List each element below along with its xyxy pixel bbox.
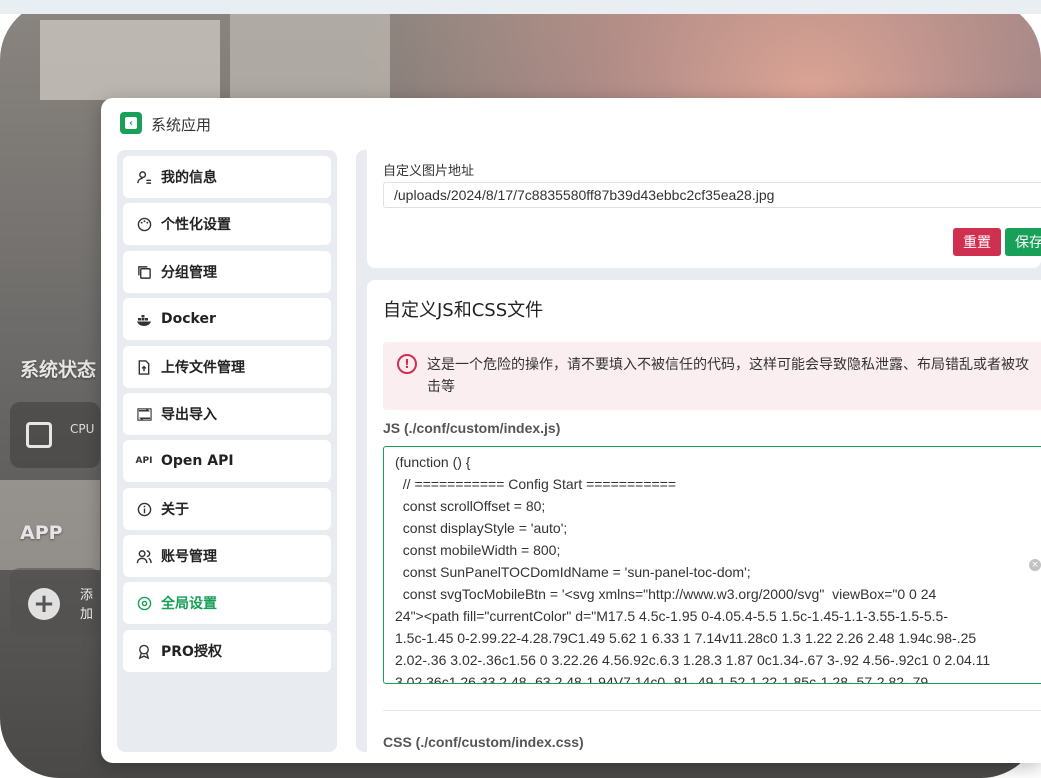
image-url-input[interactable]: /uploads/2024/8/17/7c8835580ff87b39d43eb… [383, 182, 1041, 208]
app-heading: APP [20, 522, 63, 544]
award-icon [135, 642, 153, 660]
sidebar-item-label: 上传文件管理 [161, 360, 245, 376]
group-icon [135, 263, 153, 281]
window-title: 系统应用 [151, 116, 212, 134]
cpu-label: CPU [70, 422, 95, 436]
code-line: const mobileWidth = 800; [395, 542, 561, 558]
app-logo-icon: ‹ [120, 112, 142, 134]
sidebar-item-docker[interactable]: Docker [123, 298, 331, 340]
system-apps-window: ‹ 系统应用 我的信息 个性化设置 分组管理 Docker 上传文件管理 导出导… [101, 98, 1041, 763]
system-status-heading: 系统状态 [20, 359, 97, 381]
code-line: const svgTocMobileBtn = '<svg xmlns="htt… [395, 586, 937, 602]
sidebar-item-label: Docker [161, 311, 216, 327]
js-code-editor[interactable]: (function () { // =========== Config Sta… [383, 446, 1041, 684]
settings-content: 自定义图片地址 /uploads/2024/8/17/7c8835580ff87… [356, 150, 1041, 752]
js-file-label: JS (./conf/custom/index.js) [383, 420, 561, 436]
sidebar-item-groups[interactable]: 分组管理 [123, 251, 331, 293]
wallpaper-detail [40, 20, 220, 100]
wallpaper-detail [230, 10, 390, 100]
file-upload-icon [135, 358, 153, 376]
code-line: 24"><path fill="currentColor" d="M17.5 4… [395, 608, 948, 624]
reset-button[interactable]: 重置 [953, 228, 1001, 256]
add-label: 添加 [80, 588, 94, 622]
sidebar-item-open-api[interactable]: API Open API [123, 440, 331, 482]
code-line: const SunPanelTOCDomIdName = 'sun-panel-… [395, 564, 751, 580]
settings-icon [135, 594, 153, 612]
window-header: ‹ 系统应用 [101, 98, 1041, 150]
user-icon [135, 168, 153, 186]
alert-icon: ! [397, 354, 417, 374]
sidebar-item-label: 导出导入 [161, 407, 217, 423]
sidebar-item-my-info[interactable]: 我的信息 [123, 156, 331, 198]
sidebar-item-label: 关于 [161, 502, 189, 518]
export-import-icon [135, 405, 153, 423]
section-title: 自定义JS和CSS文件 [383, 300, 544, 321]
divider [383, 710, 1041, 711]
code-line: const scrollOffset = 80; [395, 498, 546, 514]
browser-top-strip [0, 0, 1041, 14]
warning-text: 这是一个危险的操作，请不要填入不被信任的代码，这样可能会导致隐私泄露、布局错乱或… [427, 357, 1029, 395]
code-line: (function () { [395, 454, 471, 470]
plus-icon: + [28, 588, 60, 620]
api-icon: API [135, 456, 153, 466]
users-icon [135, 547, 153, 565]
sidebar-item-export-import[interactable]: 导出导入 [123, 393, 331, 435]
sidebar-item-label: 个性化设置 [161, 217, 231, 233]
code-line: 3.02.36c1.26.33 2.48-.63 2.48-1.94V7.14c… [395, 674, 929, 684]
sidebar-item-upload-files[interactable]: 上传文件管理 [123, 346, 331, 388]
sidebar-item-label: 我的信息 [161, 170, 217, 186]
cpu-widget[interactable]: CPU [10, 402, 100, 468]
code-line: const displayStyle = 'auto'; [395, 520, 568, 536]
docker-icon [135, 310, 153, 328]
sidebar-item-label: 账号管理 [161, 549, 217, 565]
sidebar-item-accounts[interactable]: 账号管理 [123, 535, 331, 577]
code-line: 2.02-.36 3.02-.36c1.56 0 3.22.26 4.56.92… [395, 652, 991, 668]
cpu-icon [26, 422, 52, 448]
sidebar-item-about[interactable]: 关于 [123, 488, 331, 530]
sidebar-item-label: Open API [161, 453, 234, 469]
sidebar-item-label: 分组管理 [161, 265, 217, 281]
sidebar-item-pro-license[interactable]: PRO授权 [123, 630, 331, 672]
settings-sidebar: 我的信息 个性化设置 分组管理 Docker 上传文件管理 导出导入 API O… [117, 150, 337, 752]
custom-code-card: 自定义JS和CSS文件 ! 这是一个危险的操作，请不要填入不被信任的代码，这样可… [367, 280, 1041, 752]
clear-icon[interactable]: × [1029, 559, 1041, 571]
info-icon [135, 500, 153, 518]
css-file-label: CSS (./conf/custom/index.css) [383, 734, 584, 750]
palette-icon [135, 215, 153, 233]
sidebar-item-label: 全局设置 [161, 596, 217, 612]
warning-alert: ! 这是一个危险的操作，请不要填入不被信任的代码，这样可能会导致隐私泄露、布局错… [383, 342, 1041, 410]
add-app-card[interactable]: + 添加 [10, 568, 100, 636]
sidebar-item-label: PRO授权 [161, 644, 222, 660]
image-setting-card: 自定义图片地址 /uploads/2024/8/17/7c8835580ff87… [367, 150, 1041, 268]
image-url-label: 自定义图片地址 [383, 164, 475, 179]
code-line: 1.5c-1.45 0-2.99.22-4.28.79C1.49 5.62 1 … [395, 630, 977, 646]
sidebar-item-personalization[interactable]: 个性化设置 [123, 203, 331, 245]
save-button[interactable]: 保存 [1005, 228, 1041, 256]
code-line: // =========== Config Start =========== [395, 476, 677, 492]
sidebar-item-global-settings[interactable]: 全局设置 [123, 582, 331, 624]
